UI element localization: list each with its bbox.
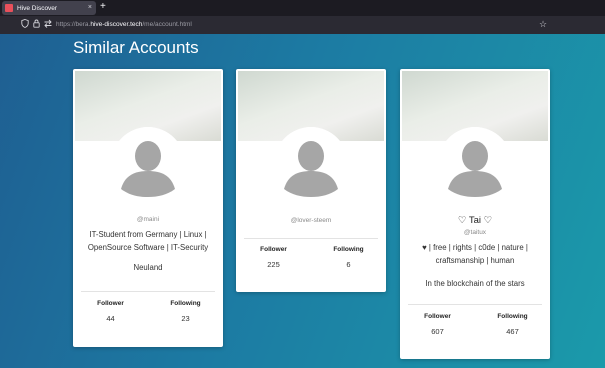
tab-title: Hive Discover	[17, 4, 58, 12]
page-content: Similar Accounts @maini IT-Student from …	[0, 34, 605, 368]
following-stat: Following 467	[475, 313, 550, 336]
user-placeholder-icon	[111, 127, 185, 201]
account-handle[interactable]: @lover-steem	[236, 217, 386, 224]
following-count: 6	[346, 260, 351, 269]
follower-stat: Follower 607	[400, 313, 475, 336]
following-count: 23	[181, 314, 190, 323]
account-location: Neuland	[133, 263, 163, 272]
account-about: IT-Student from Germany | Linux | OpenSo…	[87, 230, 209, 252]
account-about: ♥ | free | rights | c0de | nature | craf…	[422, 243, 528, 265]
account-handle[interactable]: @maini	[73, 216, 223, 223]
shield-icon[interactable]	[21, 19, 29, 32]
url-host: hive-discover.tech	[90, 21, 143, 28]
user-placeholder-icon	[438, 127, 512, 201]
divider	[408, 304, 542, 305]
account-location: In the blockchain of the stars	[425, 279, 525, 288]
divider	[244, 238, 378, 239]
following-label: Following	[333, 246, 364, 253]
new-tab-icon[interactable]: +	[100, 1, 106, 13]
account-card-lover-steem[interactable]: @lover-steem Follower 225 Following 6	[236, 69, 386, 292]
follower-stat: Follower 44	[73, 300, 148, 323]
page-title: Similar Accounts	[73, 38, 199, 57]
avatar	[111, 127, 185, 201]
avatar	[438, 127, 512, 201]
browser-tab-bar: Hive Discover × +	[0, 0, 605, 16]
url-prefix: https://bera.	[56, 21, 91, 28]
site-favicon-icon	[5, 4, 13, 12]
browser-nav-bar: https://bera.hive-discover.tech/me/accou…	[0, 16, 605, 34]
follower-count: 225	[267, 260, 280, 269]
bookmark-star-icon[interactable]: ☆	[539, 18, 547, 31]
following-label: Following	[497, 313, 528, 320]
account-stats: Follower 607 Following 467	[400, 313, 550, 336]
card-body: @lover-steem	[236, 217, 386, 229]
following-stat: Following 23	[148, 300, 223, 323]
close-tab-icon[interactable]: ×	[88, 3, 92, 13]
following-label: Following	[170, 300, 201, 307]
follower-count: 44	[106, 314, 115, 323]
divider	[81, 291, 215, 292]
account-display-name: ♡ Tai ♡	[457, 215, 493, 226]
account-stats: Follower 44 Following 23	[73, 300, 223, 323]
follower-count: 607	[431, 327, 444, 336]
follower-stat: Follower 225	[236, 246, 311, 269]
lock-icon[interactable]	[33, 19, 40, 32]
card-body: @maini IT-Student from Germany | Linux |…	[73, 216, 223, 272]
follower-label: Follower	[260, 246, 287, 253]
card-body: ♡ Tai ♡ @taitux ♥ | free | rights | c0de…	[400, 215, 550, 288]
account-stats: Follower 225 Following 6	[236, 246, 386, 269]
following-count: 467	[506, 327, 519, 336]
account-card-maini[interactable]: @maini IT-Student from Germany | Linux |…	[73, 69, 223, 347]
browser-tab[interactable]: Hive Discover ×	[2, 1, 96, 15]
permissions-icon[interactable]	[44, 19, 52, 32]
account-card-taitux[interactable]: ♡ Tai ♡ @taitux ♥ | free | rights | c0de…	[400, 69, 550, 359]
user-placeholder-icon	[274, 127, 348, 201]
account-handle[interactable]: @taitux	[400, 229, 550, 236]
url-path: /me/account.html	[142, 21, 192, 28]
avatar	[274, 127, 348, 201]
follower-label: Follower	[97, 300, 124, 307]
url-field[interactable]: https://bera.hive-discover.tech/me/accou…	[56, 19, 546, 31]
following-stat: Following 6	[311, 246, 386, 269]
follower-label: Follower	[424, 313, 451, 320]
